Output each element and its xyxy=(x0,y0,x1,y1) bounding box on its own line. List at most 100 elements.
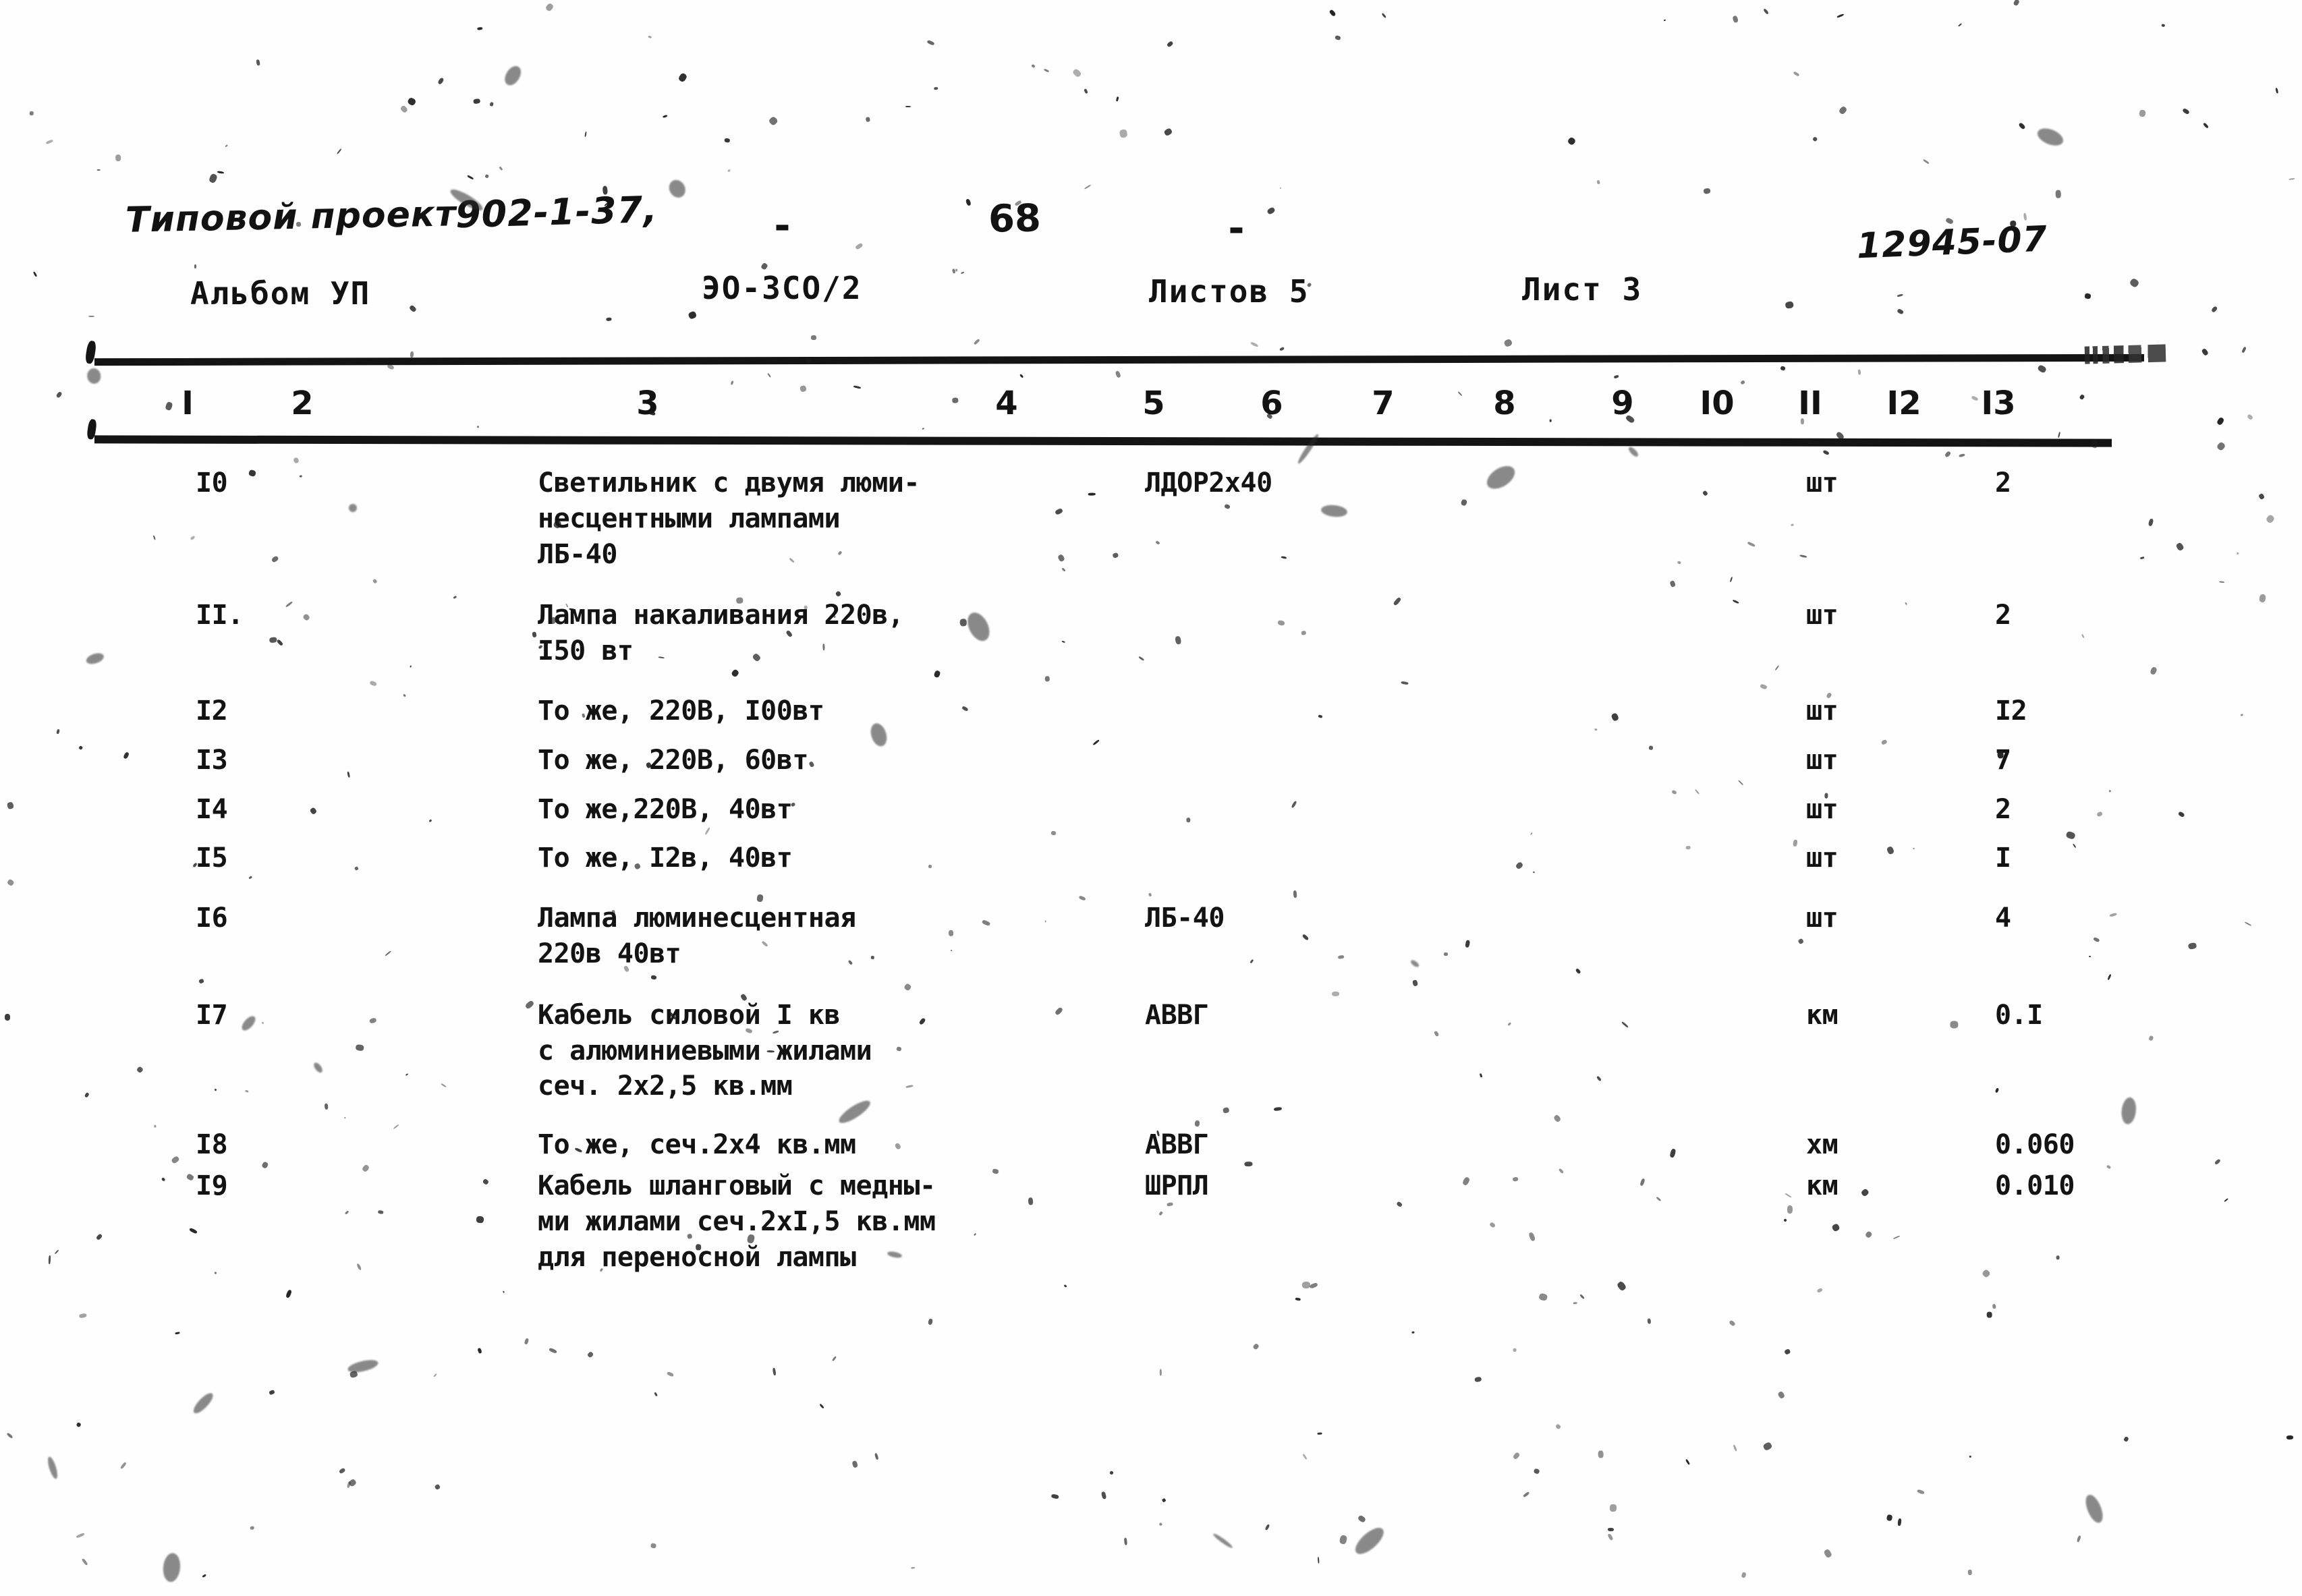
dash-right: - xyxy=(1225,205,1248,251)
row-number-cell: I6 xyxy=(196,903,228,934)
scan-speck xyxy=(811,335,817,340)
column-number-6: 6 xyxy=(1260,384,1283,422)
scan-speck xyxy=(2139,109,2147,117)
scan-speck xyxy=(473,98,480,104)
scan-speck xyxy=(1382,13,1387,19)
scan-speck xyxy=(1550,420,1552,423)
scan-speck xyxy=(1596,180,1600,185)
scan-speck xyxy=(1573,1302,1577,1305)
scan-speck xyxy=(2181,107,2190,115)
row-unit-cell: км xyxy=(1806,1170,1838,1201)
scan-speck xyxy=(1019,374,1024,379)
row-description-cell: То же, I2в, 40вт xyxy=(368,840,1104,876)
table-rule-top xyxy=(94,353,2145,366)
scan-speck xyxy=(865,117,870,123)
scan-speck xyxy=(1971,395,1979,402)
description-line: Светильник с двумя люми- xyxy=(538,467,920,498)
table-row: II. Лампа накаливания 220в, I50 вт шт 2 xyxy=(0,598,2302,669)
description-line: ЛБ-40 xyxy=(538,538,617,570)
row-empty-tail-cell xyxy=(2197,465,2302,572)
scan-speck xyxy=(1317,1556,1320,1564)
row-empty-tail-cell xyxy=(2197,998,2302,1104)
scan-speck xyxy=(955,268,957,271)
scan-speck xyxy=(78,1313,87,1318)
row-number-cell: II. xyxy=(196,600,244,631)
description-line: То же, I2в, 40вт xyxy=(538,843,793,874)
scan-speck xyxy=(2161,24,2166,28)
scan-speck xyxy=(1916,1489,1925,1495)
equipment-specification-table: I0 Светильник с двумя люми-несцентными ла… xyxy=(0,465,2302,1275)
scan-speck xyxy=(1043,68,1050,73)
scan-speck xyxy=(1072,68,1082,78)
scan-speck xyxy=(2241,346,2247,353)
scan-speck xyxy=(1101,1491,1107,1500)
scan-speck xyxy=(727,169,731,173)
row-type-cell xyxy=(1104,840,1536,876)
scan-speck xyxy=(1784,1348,1791,1356)
scan-speck xyxy=(1533,1467,1540,1475)
scan-speck xyxy=(1763,8,1770,16)
scan-speck xyxy=(1958,23,1963,27)
row-description-cell: То же, 220В, 60вт xyxy=(368,743,1104,778)
scan-speck xyxy=(1309,1282,1319,1289)
scan-speck xyxy=(269,1389,276,1395)
row-description-cell: Лампа накаливания 220в, I50 вт xyxy=(368,598,1104,669)
scan-speck xyxy=(490,102,495,107)
description-line: Кабель шланговый с медны- xyxy=(538,1170,936,1201)
row-spacer-cell xyxy=(0,572,2302,598)
scan-speck xyxy=(1732,15,1739,24)
scan-speck xyxy=(115,154,121,161)
row-quantity-cell: 0.I xyxy=(1995,999,2043,1031)
row-unit-cell: шт xyxy=(1806,793,1838,825)
scan-speck xyxy=(1897,1518,1902,1527)
scan-speck xyxy=(1616,1280,1627,1292)
scan-speck xyxy=(1776,1390,1786,1400)
scan-speck xyxy=(349,1370,358,1378)
row-number-cell: I5 xyxy=(196,843,228,874)
scan-speck xyxy=(406,96,417,107)
scan-speck xyxy=(476,26,483,31)
scan-speck xyxy=(851,1460,858,1469)
scan-speck xyxy=(1161,1498,1167,1502)
column-number-I3: I3 xyxy=(1981,384,2016,422)
scan-speck xyxy=(32,271,38,277)
sheets-total-label: Листов 5 xyxy=(1149,273,1310,310)
scan-speck xyxy=(677,72,688,83)
dash-left: - xyxy=(770,202,794,248)
scan-speck xyxy=(1812,136,1818,142)
scan-speck xyxy=(960,271,965,275)
column-number-7: 7 xyxy=(1372,384,1395,422)
scan-speck xyxy=(1554,1423,1562,1430)
row-spacer xyxy=(0,876,2302,901)
row-unit-cell: шт xyxy=(1806,600,1838,631)
scan-speck xyxy=(1685,1459,1691,1466)
scan-speck xyxy=(499,166,503,171)
scan-speck xyxy=(2037,364,2048,374)
scan-speck xyxy=(434,1483,441,1490)
scan-speck xyxy=(250,1526,255,1531)
row-spacer xyxy=(0,1163,2302,1168)
table-row: I5 То же, I2в, 40вт шт I xyxy=(0,840,2302,876)
row-spacer xyxy=(0,729,2302,743)
document-code: 12945-07 xyxy=(1855,219,2048,267)
sheet-current-label: Лист 3 xyxy=(1522,271,1643,308)
scan-speck xyxy=(1732,1444,1737,1452)
scan-speck xyxy=(1579,1294,1585,1299)
row-empty-tail-cell xyxy=(2197,901,2302,972)
scan-speck xyxy=(1457,391,1463,397)
scan-speck xyxy=(1503,338,1513,348)
scan-speck xyxy=(2246,414,2253,420)
row-gap-cell xyxy=(1536,465,1779,572)
description-line: То же, 220В, I00вт xyxy=(538,695,824,726)
scan-speck xyxy=(2201,347,2210,356)
scan-speck xyxy=(928,1318,934,1326)
scan-smudge xyxy=(666,176,689,200)
scan-speck xyxy=(1295,1297,1301,1301)
row-empty-tail-cell xyxy=(2197,840,2302,876)
scan-speck xyxy=(1084,88,1088,94)
scan-speck xyxy=(1923,159,1930,164)
row-gap-cell xyxy=(1536,693,1779,729)
row-number-cell: I4 xyxy=(196,793,228,825)
scan-speck xyxy=(1279,187,1282,190)
scan-speck xyxy=(2013,0,2021,7)
